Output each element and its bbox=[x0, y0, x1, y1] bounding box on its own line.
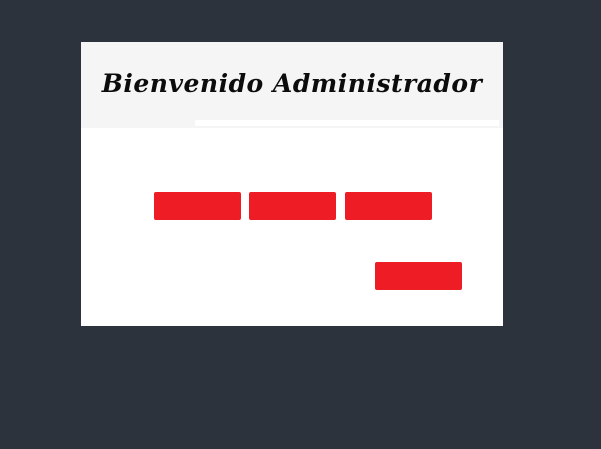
action-button-2[interactable] bbox=[249, 192, 336, 220]
admin-panel: Bienvenido Administrador bbox=[81, 42, 503, 326]
footer-button[interactable] bbox=[375, 262, 462, 290]
action-button-1[interactable] bbox=[154, 192, 241, 220]
action-button-3[interactable] bbox=[345, 192, 432, 220]
header-divider bbox=[195, 120, 499, 126]
panel-header: Bienvenido Administrador bbox=[81, 42, 503, 128]
page-title: Bienvenido Administrador bbox=[101, 69, 483, 98]
